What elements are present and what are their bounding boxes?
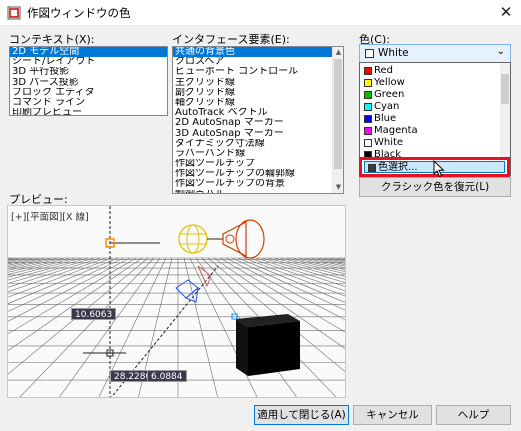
grid-line [8, 257, 95, 284]
list-item[interactable]: 作図ツールチップの背景 [173, 179, 343, 189]
apply-close-button[interactable]: 適用して閉じる(A) [254, 405, 349, 425]
color-swatch [364, 79, 372, 87]
restore-classic-colors-button[interactable]: クラシック色を復元(L) [359, 177, 511, 197]
close-button[interactable]: ✕ [491, 0, 521, 26]
color-option[interactable]: Yellow [360, 77, 500, 89]
list-item[interactable]: AutoTrack ベクトル [173, 108, 343, 118]
light-bulb-icon [178, 224, 208, 254]
list-item[interactable]: 軸グリッド線 [173, 98, 343, 108]
color-option-label: Magenta [374, 125, 418, 136]
color-option[interactable]: Green [360, 89, 500, 101]
list-item[interactable]: 作図ツールチップの輪郭線 [173, 169, 343, 179]
scroll-down-icon[interactable]: ▼ [333, 182, 343, 193]
grid-line [321, 257, 345, 263]
dynamic-input-y: 6.0884 [147, 370, 187, 382]
list-item[interactable]: ブロック エディタ [10, 88, 167, 98]
select-color-label: 色選択... [378, 162, 418, 173]
grid-line [8, 257, 59, 269]
dropdown-scroll-thumb[interactable] [501, 74, 509, 104]
list-item[interactable]: ダイナミック寸法線 [173, 139, 343, 149]
grid-line [8, 257, 125, 312]
interface-element-listbox[interactable]: 共通の背景色 クロスヘア ビューポート コントロール 主グリッド線 副グリッド線 軸グリッ… [172, 46, 344, 194]
list-item[interactable]: 3D 平行投影 [10, 67, 167, 77]
cancel-button[interactable]: キャンセル [353, 405, 432, 425]
spotlight-icon [207, 219, 265, 259]
color-swatch [364, 127, 372, 135]
title-bar: 作図ウィンドウの色 ✕ [0, 0, 521, 26]
color-option[interactable]: Blue [360, 113, 500, 125]
color-option-label: Blue [374, 113, 397, 124]
solid-box [236, 314, 300, 376]
viewport-controls-label[interactable]: [+][平面図][X 線] [11, 209, 89, 223]
grid-line [8, 257, 119, 304]
color-option-label: Yellow [374, 77, 405, 88]
current-color-swatch [365, 49, 374, 58]
list-item[interactable]: シート/レイアウト [10, 57, 167, 67]
color-swatch [364, 67, 372, 75]
chevron-down-icon: ⌄ [496, 46, 505, 57]
color-option[interactable]: Magenta [360, 125, 500, 137]
select-color-swatch [368, 164, 376, 172]
color-option[interactable]: White [360, 137, 500, 149]
list-item[interactable]: 2D モデル空間 [10, 47, 167, 58]
context-listbox[interactable]: 2D モデル空間 シート/レイアウト 3D 平行投影 3D パース投影 ブロック エディ… [9, 46, 168, 116]
grid-line [183, 257, 218, 397]
list-item[interactable]: 副グリッド線 [173, 88, 343, 98]
list-item[interactable]: 3D パース投影 [10, 78, 167, 88]
context-label: コンテキスト(X): [9, 33, 95, 46]
color-swatch [364, 115, 372, 123]
grid-line [8, 257, 11, 259]
color-combobox[interactable]: White ⌄ [359, 44, 511, 63]
close-icon: ✕ [499, 3, 513, 21]
grid-line [8, 257, 89, 281]
list-item[interactable]: 主グリッド線 [173, 78, 343, 88]
scroll-thumb[interactable] [334, 59, 342, 169]
list-item[interactable]: ラバーバンド線 [173, 149, 343, 159]
list-item[interactable]: 2D AutoSnap マーカー [173, 118, 343, 128]
color-option-label: White [374, 137, 404, 148]
snap-marker-blue [231, 313, 238, 320]
interface-scrollbar[interactable]: ▲ ▼ [332, 47, 343, 193]
help-button[interactable]: ヘルプ [436, 405, 511, 425]
color-swatch [364, 103, 372, 111]
color-option[interactable]: Red [360, 65, 500, 77]
list-item[interactable]: クロスヘア [173, 57, 343, 67]
dynamic-input-length: 10.6063 [71, 308, 117, 320]
color-option-label: Green [374, 89, 405, 100]
scroll-up-icon[interactable]: ▲ [333, 47, 343, 58]
app-icon [7, 6, 21, 20]
color-option-label: Red [374, 65, 393, 76]
list-item[interactable]: ビューポート コントロール [173, 67, 343, 77]
color-option[interactable]: Cyan [360, 101, 500, 113]
mouse-cursor-icon [433, 160, 445, 178]
grid-line [8, 257, 23, 261]
list-item[interactable]: 共通の背景色 [173, 47, 343, 58]
window-title: 作図ウィンドウの色 [27, 6, 131, 20]
interface-element-label: インタフェース要素(E): [172, 33, 290, 46]
color-option-label: Cyan [374, 101, 400, 112]
list-item[interactable]: コマンド ライン [10, 98, 167, 108]
list-item[interactable]: 3D AutoSnap マーカー [173, 129, 343, 139]
current-color-value: White [378, 47, 409, 59]
preview-viewport: [+][平面図][X 線] 10.6063 28.2280 6.0884 [7, 205, 346, 398]
list-item[interactable]: 印刷プレビュー [10, 108, 167, 115]
list-item[interactable]: 制御点ハル [173, 190, 343, 193]
color-swatch [364, 139, 372, 147]
color-swatch [364, 91, 372, 99]
grid-line [315, 257, 345, 264]
list-item[interactable]: 作図ツールチップ [173, 159, 343, 169]
